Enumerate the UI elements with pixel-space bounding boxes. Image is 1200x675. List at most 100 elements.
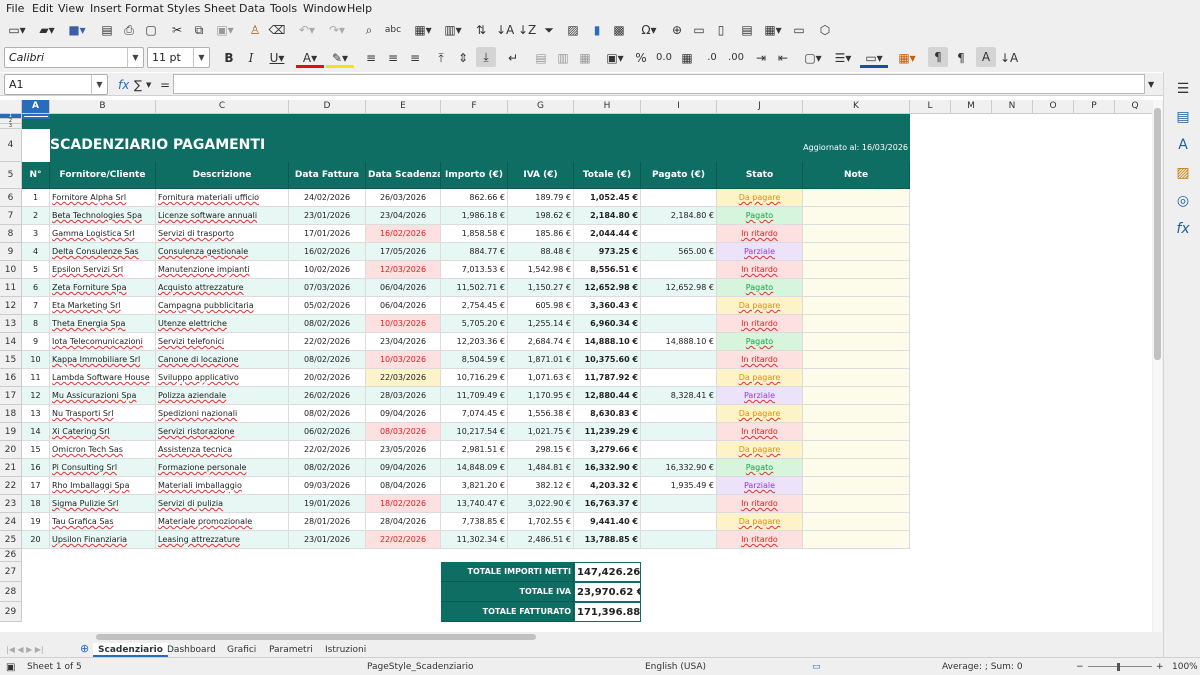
cell-pagato[interactable] [641, 531, 717, 549]
chevron-down-icon[interactable]: ▼ [91, 75, 107, 94]
menu-format[interactable]: Format [125, 2, 164, 15]
cell-stato[interactable]: In ritardo [717, 351, 803, 369]
cell-fornitore[interactable]: Delta Consulenze Sas [50, 243, 156, 261]
cell-n[interactable]: 15 [22, 441, 50, 459]
merge-cells-icon[interactable]: ▥ [554, 48, 572, 68]
note-cell[interactable] [803, 351, 910, 369]
cell-data_fattura[interactable]: 24/02/2026 [289, 189, 366, 207]
row-header[interactable]: 5 [0, 162, 22, 189]
insert-image-icon[interactable]: ▨ [564, 20, 582, 40]
cell-iva[interactable]: 198.62 € [508, 207, 574, 225]
spreadsheet-grid[interactable]: ABCDEFGHIJKLMNOPQ 1 2 3 4 5 6 7 8 9 10 11 12 13 14 15 1… [0, 100, 1152, 632]
sort-descending-icon[interactable]: ↓Z [518, 20, 536, 40]
column-header-a[interactable]: A [22, 100, 50, 114]
pivot-table-icon[interactable]: ▩ [610, 20, 628, 40]
cell-n[interactable]: 5 [22, 261, 50, 279]
cell-importo[interactable]: 1,858.58 € [441, 225, 508, 243]
clone-formatting-icon[interactable]: ♙ [246, 20, 264, 40]
cell-data_fattura[interactable]: 16/02/2026 [289, 243, 366, 261]
cell-data_scadenza[interactable]: 28/04/2026 [366, 513, 441, 531]
cell-pagato[interactable] [641, 261, 717, 279]
cell-pagato[interactable] [641, 513, 717, 531]
cell-n[interactable]: 16 [22, 459, 50, 477]
row-header[interactable]: 10 [0, 261, 22, 279]
delete-decimal-icon[interactable]: .00 [726, 48, 746, 68]
cell-data_fattura[interactable]: 08/02/2026 [289, 351, 366, 369]
column-header-i[interactable]: I [641, 100, 717, 114]
cell-totale[interactable]: 8,630.83 € [574, 405, 641, 423]
cell-importo[interactable]: 862.66 € [441, 189, 508, 207]
cell-data_fattura[interactable]: 06/02/2026 [289, 423, 366, 441]
cell-pagato[interactable] [641, 351, 717, 369]
cell-iva[interactable]: 1,021.75 € [508, 423, 574, 441]
cell-stato[interactable]: Pagato [717, 333, 803, 351]
cell-data_fattura[interactable]: 26/02/2026 [289, 387, 366, 405]
cell-iva[interactable]: 2,684.74 € [508, 333, 574, 351]
percent-format-icon[interactable]: % [632, 48, 650, 68]
cell-importo[interactable]: 11,302.34 € [441, 531, 508, 549]
find-replace-icon[interactable]: ⌕ [360, 20, 378, 40]
cell-fornitore[interactable]: Upsilon Finanziaria [50, 531, 156, 549]
cell-fornitore[interactable]: Theta Energia Spa [50, 315, 156, 333]
cell-iva[interactable]: 1,556.38 € [508, 405, 574, 423]
borders-icon[interactable]: ▢▾ [800, 48, 826, 68]
cell-n[interactable]: 4 [22, 243, 50, 261]
cell-descrizione[interactable]: Spedizioni nazionali [156, 405, 289, 423]
horizontal-scroll-thumb[interactable] [96, 634, 536, 640]
insert-chart-icon[interactable]: ▮ [588, 20, 606, 40]
note-cell[interactable] [803, 225, 910, 243]
cell-totale[interactable]: 6,960.34 € [574, 315, 641, 333]
cell-pagato[interactable]: 16,332.90 € [641, 459, 717, 477]
sheet-tab-parametri[interactable]: Parametri [264, 643, 318, 657]
wrap-text-icon[interactable]: ↵ [504, 48, 522, 68]
cell-stato[interactable]: Da pagare [717, 513, 803, 531]
note-cell[interactable] [803, 513, 910, 531]
cell-iva[interactable]: 1,871.01 € [508, 351, 574, 369]
selection-mode-icon[interactable]: ▭ [812, 662, 821, 672]
align-bottom-icon[interactable]: ⤓ [476, 47, 496, 67]
cell-n[interactable]: 1 [22, 189, 50, 207]
cell-data_fattura[interactable]: 22/02/2026 [289, 441, 366, 459]
cell-n[interactable]: 18 [22, 495, 50, 513]
comment-icon[interactable]: ▭ [690, 20, 708, 40]
cell-pagato[interactable] [641, 441, 717, 459]
export-pdf-icon[interactable]: ▤ [98, 20, 116, 40]
cell-data_fattura[interactable]: 23/01/2026 [289, 531, 366, 549]
cell-stato[interactable]: In ritardo [717, 315, 803, 333]
merge-center-icon[interactable]: ▤ [532, 48, 550, 68]
cell-fornitore[interactable]: Sigma Pulizie Srl [50, 495, 156, 513]
cell-descrizione[interactable]: Materiali imballaggio [156, 477, 289, 495]
menu-file[interactable]: File [6, 2, 24, 15]
cell-iva[interactable]: 185.86 € [508, 225, 574, 243]
cell-pagato[interactable] [641, 225, 717, 243]
cell-totale[interactable]: 11,239.29 € [574, 423, 641, 441]
document-modified-icon[interactable]: ▣ [6, 662, 15, 673]
cell-data_scadenza[interactable]: 12/03/2026 [366, 261, 441, 279]
special-character-icon[interactable]: Ω▾ [636, 20, 662, 40]
add-decimal-icon[interactable]: .0 [702, 48, 722, 68]
cell-data_scadenza[interactable]: 09/04/2026 [366, 459, 441, 477]
sort-icon[interactable]: ⇅ [472, 20, 490, 40]
header-footer-icon[interactable]: ▯ [712, 20, 730, 40]
cell-importo[interactable]: 2,981.51 € [441, 441, 508, 459]
formula-input[interactable] [173, 74, 1145, 94]
cell-cursor[interactable] [22, 114, 50, 119]
cell-descrizione[interactable]: Leasing attrezzature [156, 531, 289, 549]
cell-n[interactable]: 6 [22, 279, 50, 297]
row-header[interactable]: 9 [0, 243, 22, 261]
row-header[interactable]: 22 [0, 477, 22, 495]
cell-iva[interactable]: 382.12 € [508, 477, 574, 495]
cell-importo[interactable]: 11,709.49 € [441, 387, 508, 405]
row-header[interactable]: 12 [0, 297, 22, 315]
cell-descrizione[interactable]: Servizi di pulizia [156, 495, 289, 513]
highlight-color-icon[interactable]: ✎▾ [326, 48, 354, 68]
add-sheet-icon[interactable]: ⊕ [80, 642, 89, 655]
cell-data_scadenza[interactable]: 28/03/2026 [366, 387, 441, 405]
note-cell[interactable] [803, 297, 910, 315]
cell-pagato[interactable] [641, 423, 717, 441]
cell-fornitore[interactable]: Rho Imballaggi Spa [50, 477, 156, 495]
cell-iva[interactable]: 2,486.51 € [508, 531, 574, 549]
cell-fornitore[interactable]: Fornitore Alpha Srl [50, 189, 156, 207]
number-format-icon[interactable]: 0.0 [654, 48, 674, 68]
cell-totale[interactable]: 1,052.45 € [574, 189, 641, 207]
